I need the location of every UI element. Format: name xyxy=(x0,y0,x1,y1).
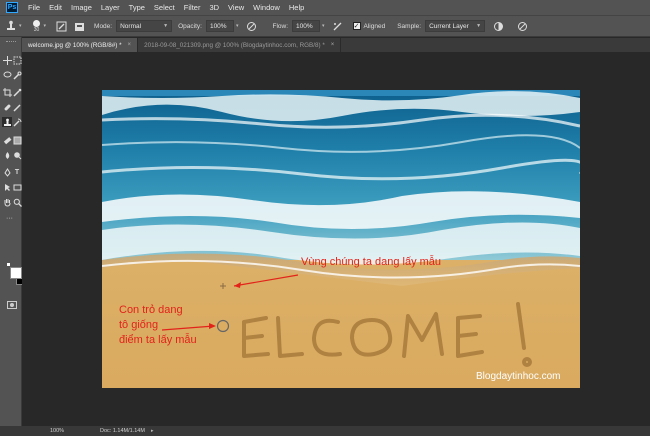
opacity-field[interactable]: 100% xyxy=(205,20,234,32)
brush-size-value: 30 xyxy=(33,26,40,33)
canvas-workspace: Vùng chúng ta dang lấy mẫu Con trỏ dang … xyxy=(22,52,650,426)
menu-layer[interactable]: Layer xyxy=(101,3,120,12)
status-bar: 100% Doc: 1.14M/1.14M ▸ xyxy=(0,426,650,436)
brush-settings-icon[interactable] xyxy=(54,19,68,33)
dodge-tool-icon[interactable] xyxy=(12,150,22,160)
quick-mask-dot xyxy=(10,303,14,307)
opacity-label: Opacity: xyxy=(178,22,202,30)
mode-label: Mode: xyxy=(94,22,113,30)
menu-filter[interactable]: Filter xyxy=(184,3,201,12)
photoshop-logo-icon[interactable]: Ps xyxy=(6,2,18,13)
photoshop-window: Ps File Edit Image Layer Type Select Fil… xyxy=(0,0,650,436)
brush-tool-icon[interactable] xyxy=(12,102,22,112)
panel-grip[interactable] xyxy=(6,41,16,44)
healing-brush-tool-icon[interactable] xyxy=(2,102,12,112)
annotation-line: điểm ta lấy mẫu xyxy=(119,333,197,346)
brush-size-picker[interactable]: 30 xyxy=(30,19,44,33)
eraser-tool-icon[interactable] xyxy=(2,135,12,145)
flow-label: Flow: xyxy=(272,22,288,30)
flow-caret-icon[interactable]: ▾ xyxy=(322,23,325,29)
eyedropper-tool-icon[interactable] xyxy=(12,87,22,97)
chevron-down-icon: ▼ xyxy=(163,23,169,29)
zoom-level[interactable]: 100% xyxy=(50,428,86,434)
annotation-sample-area: Vùng chúng ta dang lấy mẫu xyxy=(301,256,442,268)
more-tools-icon[interactable]: ··· xyxy=(6,215,13,222)
menu-select[interactable]: Select xyxy=(154,3,175,12)
path-selection-tool-icon[interactable] xyxy=(2,182,12,192)
sample-select[interactable]: Current Layer ▼ xyxy=(425,20,486,32)
menu-image[interactable]: Image xyxy=(71,3,92,12)
tab-label: 2018-09-08_021309.png @ 100% (Blogdaytin… xyxy=(144,41,325,49)
mode-select[interactable]: Normal ▼ xyxy=(116,20,173,32)
foreground-color-swatch[interactable] xyxy=(10,267,22,279)
airbrush-icon[interactable] xyxy=(331,19,345,33)
pen-tool-icon[interactable] xyxy=(2,167,12,177)
opacity-caret-icon[interactable]: ▾ xyxy=(236,23,239,29)
flow-value: 100% xyxy=(296,22,313,30)
clone-stamp-tool-icon[interactable] xyxy=(2,117,12,127)
watermark: Blogdaytinhoc.com xyxy=(476,371,561,382)
tab-screenshot-png[interactable]: 2018-09-08_021309.png @ 100% (Blogdaytin… xyxy=(138,38,342,52)
menu-help[interactable]: Help xyxy=(289,3,304,12)
clone-source-panel-icon[interactable] xyxy=(72,19,86,33)
aligned-label: Aligned xyxy=(363,22,386,30)
tools-panel: T ··· ⇄ xyxy=(0,37,38,436)
lasso-tool-icon[interactable] xyxy=(2,70,12,80)
clone-stamp-tool-preset-icon[interactable] xyxy=(4,19,18,33)
pressure-size-icon[interactable] xyxy=(515,19,529,33)
menu-3d[interactable]: 3D xyxy=(209,3,219,12)
hand-tool-icon[interactable] xyxy=(2,197,12,207)
options-bar: ▾ 30 ▾ Mode: Normal ▼ Opacity: 100% ▾ Flo… xyxy=(0,15,650,37)
document-canvas[interactable]: Vùng chúng ta dang lấy mẫu Con trỏ dang … xyxy=(102,90,580,388)
quick-selection-tool-icon[interactable] xyxy=(12,70,22,80)
document-tab-bar: welcome.jpg @ 100% (RGB/8#) * × 2018-09-… xyxy=(22,38,650,52)
blur-tool-icon[interactable] xyxy=(2,150,12,160)
gradient-tool-icon[interactable] xyxy=(12,135,22,145)
menu-window[interactable]: Window xyxy=(253,3,280,12)
annotation-line: tô giống xyxy=(119,318,159,331)
quick-mask-icon[interactable] xyxy=(7,301,17,309)
type-tool-icon[interactable]: T xyxy=(12,167,22,177)
marquee-tool-icon[interactable] xyxy=(12,55,22,65)
menu-edit[interactable]: Edit xyxy=(49,3,62,12)
close-icon[interactable]: × xyxy=(128,42,132,48)
close-icon[interactable]: × xyxy=(331,42,335,48)
mode-select-value: Normal xyxy=(120,22,142,30)
history-brush-tool-icon[interactable] xyxy=(12,117,22,127)
chevron-down-icon: ▼ xyxy=(476,23,482,29)
move-tool-icon[interactable] xyxy=(2,55,12,65)
zoom-tool-icon[interactable] xyxy=(12,197,22,207)
annotation-cursor: Con trỏ dang tô giống điểm ta lấy mẫu xyxy=(119,303,197,348)
document-size: Doc: 1.14M/1.14M xyxy=(100,428,145,434)
default-colors-icon[interactable] xyxy=(7,263,10,266)
brush-caret-icon[interactable]: ▾ xyxy=(44,23,47,29)
menu-view[interactable]: View xyxy=(228,3,244,12)
sample-label: Sample: xyxy=(397,22,422,30)
brush-tip-icon xyxy=(33,19,41,27)
pressure-opacity-icon[interactable] xyxy=(244,19,258,33)
menu-file[interactable]: File xyxy=(28,3,40,12)
aligned-checkbox[interactable]: ✓ xyxy=(352,22,361,30)
annotation-line: Con trỏ dang xyxy=(119,304,183,316)
preset-caret-icon[interactable]: ▾ xyxy=(19,23,22,29)
rectangle-tool-icon[interactable] xyxy=(12,182,22,192)
menu-type[interactable]: Type xyxy=(129,3,145,12)
tab-label: welcome.jpg @ 100% (RGB/8#) * xyxy=(28,41,122,49)
ignore-adjustment-layers-icon[interactable] xyxy=(491,19,505,33)
crop-tool-icon[interactable] xyxy=(2,87,12,97)
status-menu-caret-icon[interactable]: ▸ xyxy=(151,428,154,434)
opacity-value: 100% xyxy=(209,22,227,30)
tab-welcome-jpg[interactable]: welcome.jpg @ 100% (RGB/8#) * × xyxy=(22,38,139,52)
flow-field[interactable]: 100% xyxy=(292,20,320,32)
menu-bar: Ps File Edit Image Layer Type Select Fil… xyxy=(0,0,650,15)
sample-select-value: Current Layer xyxy=(429,22,469,30)
